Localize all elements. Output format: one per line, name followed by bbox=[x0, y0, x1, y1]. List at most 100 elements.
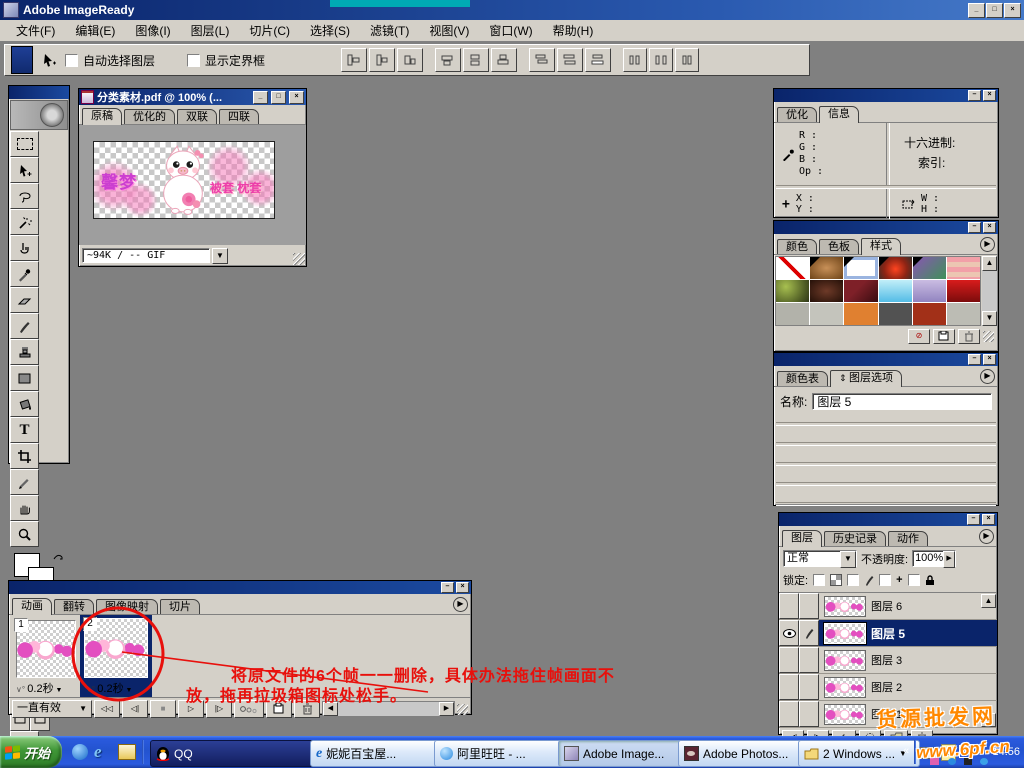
clone-stamp-tool[interactable] bbox=[10, 339, 39, 365]
task-windows-group[interactable]: 2 Windows ... ▼ bbox=[798, 740, 920, 767]
layer-options-titlebar[interactable]: – × bbox=[774, 353, 998, 366]
lock-all-checkbox[interactable] bbox=[908, 574, 920, 586]
panel-menu-button[interactable]: ▶ bbox=[980, 369, 995, 384]
panel-minimize-button[interactable]: – bbox=[441, 582, 454, 593]
panel-minimize-button[interactable]: – bbox=[968, 90, 981, 101]
stop-button[interactable]: ■ bbox=[150, 700, 176, 718]
move-tool[interactable] bbox=[10, 157, 39, 183]
style-item[interactable] bbox=[913, 257, 946, 279]
tab-actions[interactable]: 动作 bbox=[888, 531, 928, 546]
magic-wand-tool[interactable] bbox=[10, 209, 39, 235]
style-item[interactable] bbox=[810, 303, 843, 325]
style-item[interactable] bbox=[844, 257, 877, 279]
lock-position-checkbox[interactable] bbox=[879, 574, 891, 586]
align-left-button[interactable] bbox=[341, 48, 367, 72]
type-tool[interactable]: T bbox=[10, 417, 39, 443]
tab-rollover[interactable]: 翻转 bbox=[54, 599, 94, 614]
tab-info[interactable]: 信息 bbox=[819, 106, 859, 123]
app-titlebar[interactable]: Adobe ImageReady _ □ × bbox=[0, 0, 1024, 20]
slice-tool[interactable] bbox=[10, 469, 39, 495]
minimize-button[interactable]: _ bbox=[968, 3, 985, 18]
style-none[interactable] bbox=[776, 257, 809, 279]
tab-swatches[interactable]: 色板 bbox=[819, 239, 859, 254]
menu-edit[interactable]: 编辑(E) bbox=[65, 20, 125, 41]
distribute-top-button[interactable] bbox=[529, 48, 555, 72]
banner-image[interactable]: 馨梦 被套 枕套 bbox=[93, 141, 275, 219]
menu-view[interactable]: 视图(V) bbox=[419, 20, 479, 41]
lock-image-checkbox[interactable] bbox=[847, 574, 859, 586]
task-nini[interactable]: e 妮妮百宝屋... bbox=[310, 740, 442, 767]
frame-delay[interactable]: ∨° 0.2秒 ▼ bbox=[16, 680, 62, 696]
frame-2-selected[interactable]: 2 ∨° 0.2秒 ▼ bbox=[80, 615, 152, 697]
lasso-tool[interactable] bbox=[10, 183, 39, 209]
new-style-button[interactable] bbox=[933, 329, 955, 344]
link-toggle[interactable] bbox=[799, 620, 819, 646]
tab-original[interactable]: 原稿 bbox=[82, 108, 122, 125]
panel-minimize-button[interactable]: – bbox=[967, 514, 980, 525]
status-dropdown-button[interactable]: ▼ bbox=[212, 248, 228, 264]
scroll-up-button[interactable]: ▲ bbox=[982, 256, 997, 271]
style-item[interactable] bbox=[947, 257, 980, 279]
restore-button[interactable]: □ bbox=[986, 3, 1003, 18]
paint-bucket-tool[interactable] bbox=[10, 391, 39, 417]
align-top-button[interactable] bbox=[435, 48, 461, 72]
visibility-toggle[interactable] bbox=[779, 674, 799, 700]
visibility-toggle[interactable] bbox=[779, 701, 799, 727]
info-panel-titlebar[interactable]: – × bbox=[774, 89, 998, 102]
panel-close-button[interactable]: × bbox=[982, 514, 995, 525]
first-frame-button[interactable]: ◁◁ bbox=[94, 700, 120, 718]
link-toggle[interactable] bbox=[799, 647, 819, 673]
paintbrush-tool[interactable] bbox=[10, 313, 39, 339]
doc-minimize-button[interactable]: _ bbox=[253, 91, 268, 104]
tab-optimize[interactable]: 优化 bbox=[777, 107, 817, 122]
menu-help[interactable]: 帮助(H) bbox=[543, 20, 604, 41]
tab-history[interactable]: 历史记录 bbox=[824, 531, 886, 546]
layers-panel-titlebar[interactable]: – × bbox=[779, 513, 997, 526]
styles-panel-titlebar[interactable]: – × bbox=[774, 221, 998, 234]
delete-style-button[interactable] bbox=[958, 329, 980, 344]
frame-delay[interactable]: ∨° 0.2秒 ▼ bbox=[86, 680, 132, 696]
show-bounding-box-option[interactable]: 显示定界框 bbox=[187, 52, 265, 69]
layer-row[interactable]: 图层 3 bbox=[779, 647, 997, 674]
shape-tool[interactable] bbox=[10, 365, 39, 391]
layer-row[interactable]: 图层 2 bbox=[779, 674, 997, 701]
style-item[interactable] bbox=[844, 280, 877, 302]
hand-tool[interactable] bbox=[10, 495, 39, 521]
swap-colors-icon[interactable] bbox=[52, 551, 64, 563]
style-item[interactable] bbox=[913, 280, 946, 302]
tab-layer-options[interactable]: ⇕ 图层选项 bbox=[830, 370, 902, 387]
align-bottom-button[interactable] bbox=[491, 48, 517, 72]
style-item[interactable] bbox=[947, 280, 980, 302]
menu-image[interactable]: 图像(I) bbox=[125, 20, 180, 41]
resize-grip[interactable] bbox=[293, 253, 305, 265]
tab-2up[interactable]: 双联 bbox=[177, 109, 217, 124]
panel-close-button[interactable]: × bbox=[456, 582, 469, 593]
align-right-button[interactable] bbox=[397, 48, 423, 72]
align-hcenter-button[interactable] bbox=[369, 48, 395, 72]
tool-preset-well[interactable] bbox=[11, 46, 33, 74]
distribute-hcenter-button[interactable] bbox=[649, 48, 673, 72]
panel-close-button[interactable]: × bbox=[983, 90, 996, 101]
distribute-left-button[interactable] bbox=[623, 48, 647, 72]
tab-image-map[interactable]: 图像映射 bbox=[96, 599, 158, 614]
link-toggle[interactable] bbox=[799, 701, 819, 727]
link-toggle[interactable] bbox=[799, 674, 819, 700]
scroll-right-button[interactable]: ▶ bbox=[439, 702, 454, 716]
styles-scrollbar[interactable]: ▲ ▼ bbox=[982, 256, 997, 326]
doc-close-button[interactable]: × bbox=[289, 91, 304, 104]
visibility-toggle[interactable] bbox=[779, 593, 799, 619]
resize-grip[interactable] bbox=[983, 331, 994, 342]
layer-name-input[interactable] bbox=[812, 393, 992, 410]
document-titlebar[interactable]: 分类素材.pdf @ 100% (... _ □ × bbox=[79, 89, 306, 105]
resize-grip[interactable] bbox=[457, 704, 468, 715]
task-imageready[interactable]: Adobe Image... bbox=[558, 740, 686, 767]
style-item[interactable] bbox=[776, 303, 809, 325]
show-bbox-checkbox[interactable] bbox=[187, 54, 200, 67]
image-map-tool[interactable] bbox=[10, 235, 39, 261]
clear-style-button[interactable]: ⊘ bbox=[908, 329, 930, 344]
tray-collapse-chevron[interactable]: « bbox=[903, 745, 909, 757]
loop-select[interactable]: 一直有效▼ bbox=[12, 700, 92, 718]
scroll-down-button[interactable]: ▼ bbox=[982, 311, 997, 326]
align-vcenter-button[interactable] bbox=[463, 48, 489, 72]
menu-window[interactable]: 窗口(W) bbox=[479, 20, 542, 41]
